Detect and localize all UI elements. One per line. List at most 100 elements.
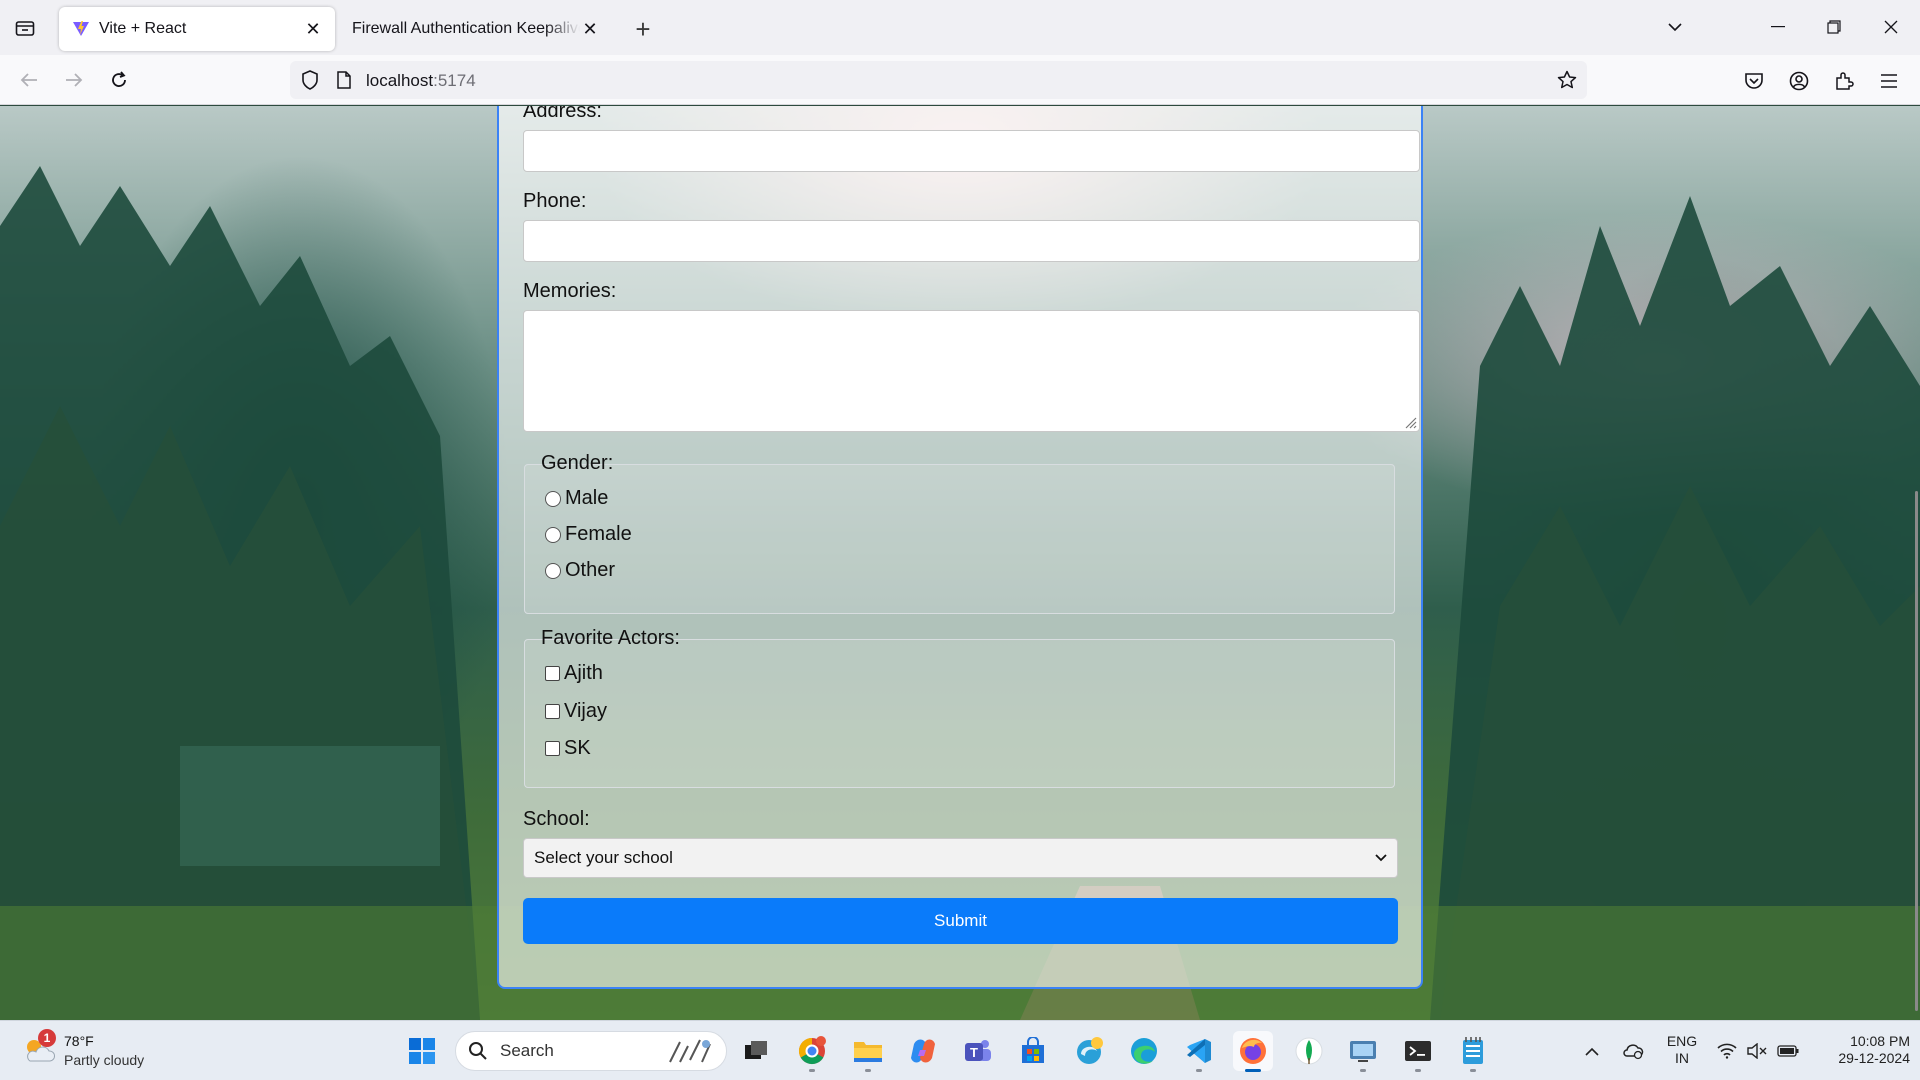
mongodb-compass-icon[interactable] bbox=[1289, 1031, 1329, 1071]
bookmark-star-icon[interactable] bbox=[1555, 68, 1579, 92]
tab-overflow-chevron-icon[interactable] bbox=[1658, 12, 1692, 42]
close-tab-icon[interactable]: ✕ bbox=[580, 19, 600, 39]
volume-muted-icon[interactable] bbox=[1744, 1021, 1770, 1080]
gender-legend: Gender: bbox=[541, 452, 614, 474]
close-tab-icon[interactable]: ✕ bbox=[303, 19, 323, 39]
firefox-icon[interactable] bbox=[1233, 1031, 1273, 1072]
language-code: ENG bbox=[1666, 1033, 1698, 1049]
page-info-icon[interactable] bbox=[332, 68, 356, 92]
tab-bar: Vite + React ✕ Firewall Authentication K… bbox=[0, 0, 1920, 55]
notepad-icon[interactable] bbox=[1453, 1031, 1493, 1072]
edge-dev-icon[interactable] bbox=[1069, 1031, 1109, 1071]
tab-firewall[interactable]: Firewall Authentication Keepalive Window… bbox=[340, 7, 612, 51]
option-label: SK bbox=[564, 737, 591, 759]
actors-fieldset bbox=[524, 639, 1395, 788]
submit-button[interactable]: Submit bbox=[523, 898, 1398, 944]
running-indicator bbox=[1196, 1069, 1202, 1072]
checkbox[interactable] bbox=[545, 741, 560, 756]
search-icon bbox=[469, 1042, 487, 1060]
radio-button[interactable] bbox=[545, 562, 561, 579]
account-icon[interactable] bbox=[1786, 68, 1812, 94]
tab-vite-react[interactable]: Vite + React ✕ bbox=[59, 7, 335, 51]
back-arrow-icon[interactable] bbox=[12, 63, 46, 97]
running-indicator bbox=[1245, 1069, 1261, 1072]
actor-option-sk[interactable]: SK bbox=[545, 737, 591, 760]
running-indicator bbox=[1470, 1069, 1476, 1072]
system-clock[interactable]: 10:08 PM 29-12-2024 bbox=[1810, 1033, 1910, 1067]
menu-hamburger-icon[interactable] bbox=[1876, 68, 1902, 94]
input-language-indicator[interactable]: ENG IN bbox=[1662, 1033, 1702, 1067]
actor-option-ajith[interactable]: Ajith bbox=[545, 662, 603, 685]
vscode-icon[interactable] bbox=[1179, 1031, 1219, 1072]
phone-input[interactable] bbox=[523, 220, 1420, 262]
tracking-shield-icon[interactable] bbox=[298, 68, 322, 92]
forward-arrow-icon[interactable] bbox=[57, 63, 91, 97]
vite-logo-icon bbox=[71, 19, 91, 39]
checkbox[interactable] bbox=[545, 704, 560, 719]
clock-date: 29-12-2024 bbox=[1838, 1050, 1910, 1066]
svg-text:T: T bbox=[970, 1045, 978, 1060]
teams-icon[interactable]: T bbox=[958, 1031, 998, 1071]
phone-label: Phone: bbox=[523, 190, 587, 212]
clock-time: 10:08 PM bbox=[1850, 1033, 1910, 1049]
school-select[interactable]: Select your school bbox=[523, 838, 1398, 878]
page-scrollbar[interactable] bbox=[1915, 491, 1918, 1011]
option-label: Male bbox=[565, 487, 609, 509]
tab-list-icon[interactable] bbox=[8, 12, 42, 44]
memories-label: Memories: bbox=[523, 280, 617, 302]
close-window-button[interactable] bbox=[1874, 12, 1908, 42]
weather-temp: 78°F bbox=[64, 1033, 94, 1049]
url-port: :5174 bbox=[433, 71, 476, 90]
edge-icon[interactable] bbox=[1124, 1031, 1164, 1071]
new-tab-button[interactable]: + bbox=[628, 14, 658, 44]
page-viewport: Address: Phone: Memories: Gender: Male F… bbox=[0, 106, 1920, 1020]
running-indicator bbox=[865, 1069, 871, 1072]
gender-option-other[interactable]: Other bbox=[545, 559, 615, 582]
taskbar-search-box[interactable]: Search bbox=[455, 1031, 727, 1071]
memories-textarea[interactable] bbox=[523, 310, 1420, 432]
running-indicator bbox=[1415, 1069, 1421, 1072]
chrome-icon[interactable] bbox=[792, 1031, 832, 1072]
weather-widget[interactable]: 1 78°F Partly cloudy bbox=[22, 1029, 182, 1071]
checkbox[interactable] bbox=[545, 666, 560, 681]
option-label: Other bbox=[565, 559, 616, 581]
show-hidden-icons-chevron-icon[interactable] bbox=[1580, 1021, 1604, 1080]
resize-grip-icon[interactable] bbox=[1403, 415, 1417, 429]
reload-icon[interactable] bbox=[102, 63, 136, 97]
minimize-button[interactable] bbox=[1761, 12, 1795, 42]
region-code: IN bbox=[1675, 1050, 1689, 1066]
address-input[interactable] bbox=[523, 130, 1420, 172]
extensions-icon[interactable] bbox=[1831, 68, 1857, 94]
virtual-desktop-icon[interactable] bbox=[1343, 1031, 1383, 1072]
onedrive-sync-icon[interactable] bbox=[1620, 1021, 1646, 1080]
notification-badge: 1 bbox=[38, 1029, 56, 1047]
gender-option-female[interactable]: Female bbox=[545, 523, 632, 546]
running-indicator bbox=[1360, 1069, 1366, 1072]
gender-fieldset bbox=[524, 464, 1395, 614]
copilot-icon[interactable] bbox=[903, 1031, 943, 1071]
gender-option-male[interactable]: Male bbox=[545, 487, 608, 510]
file-explorer-icon[interactable] bbox=[848, 1031, 888, 1072]
actor-option-vijay[interactable]: Vijay bbox=[545, 700, 607, 723]
tab-title: Firewall Authentication Keepalive Window bbox=[352, 20, 580, 37]
option-label: Vijay bbox=[564, 700, 607, 722]
battery-icon[interactable] bbox=[1774, 1021, 1802, 1080]
windows-start-icon[interactable] bbox=[402, 1031, 442, 1071]
wifi-icon[interactable] bbox=[1714, 1021, 1740, 1080]
tab-title: Vite + React bbox=[99, 20, 187, 37]
terminal-icon[interactable] bbox=[1398, 1031, 1438, 1072]
url-text[interactable]: localhost:5174 bbox=[366, 71, 476, 91]
school-label: School: bbox=[523, 808, 590, 830]
weather-condition: Partly cloudy bbox=[64, 1052, 145, 1068]
radio-button[interactable] bbox=[545, 526, 561, 543]
url-host: localhost bbox=[366, 71, 434, 90]
address-label: Address: bbox=[523, 106, 602, 122]
url-bar[interactable]: localhost:5174 bbox=[290, 61, 1587, 99]
actors-legend: Favorite Actors: bbox=[541, 627, 680, 649]
restore-button[interactable] bbox=[1817, 12, 1851, 42]
radio-button[interactable] bbox=[545, 490, 561, 507]
pocket-icon[interactable] bbox=[1741, 68, 1767, 94]
task-view-icon[interactable] bbox=[736, 1031, 776, 1071]
running-indicator bbox=[809, 1069, 815, 1072]
microsoft-store-icon[interactable] bbox=[1013, 1031, 1053, 1071]
